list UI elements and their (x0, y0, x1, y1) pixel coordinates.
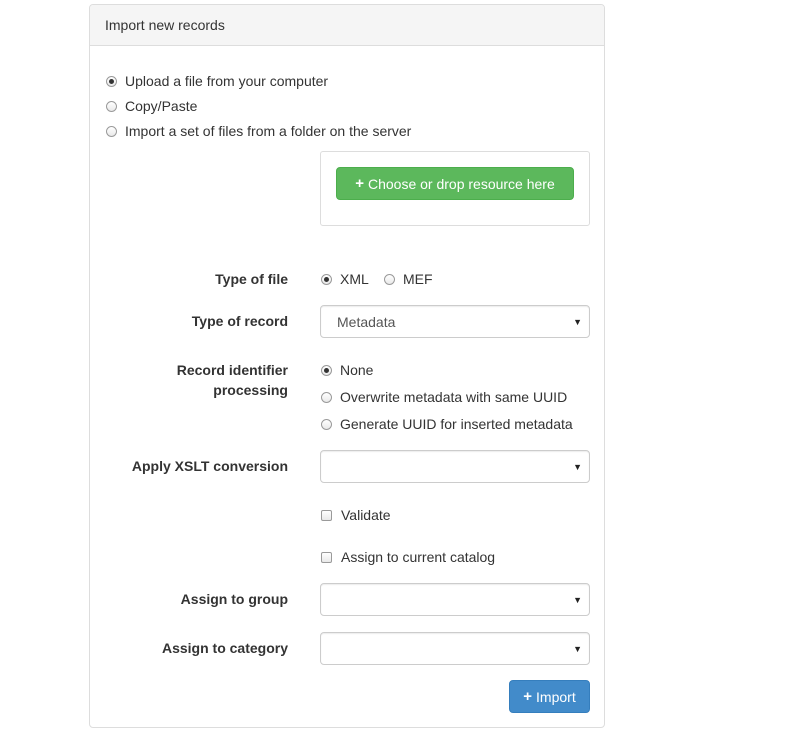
radio-icon[interactable] (321, 273, 332, 285)
import-button[interactable]: + Import (509, 680, 590, 713)
file-type-label: XML (340, 271, 369, 287)
record-identifier-label-line1: Record identifier (176, 362, 288, 378)
caret-down-icon: ▼ (573, 594, 582, 605)
assign-category-select[interactable]: ▼ (320, 632, 590, 665)
radio-icon[interactable] (321, 391, 332, 403)
file-type-mef[interactable]: MEF (384, 271, 433, 287)
radio-icon[interactable] (106, 100, 117, 112)
type-of-record-select[interactable]: Metadata ▼ (320, 305, 590, 338)
radio-icon[interactable] (106, 125, 117, 137)
uuid-option-label: None (340, 362, 374, 378)
plus-icon: + (523, 688, 533, 705)
plus-icon: + (355, 175, 364, 192)
assign-group-select[interactable]: ▼ (320, 583, 590, 616)
xslt-label: Apply XSLT conversion (131, 458, 288, 474)
uuid-option-generate[interactable]: Generate UUID for inserted metadata (321, 416, 573, 432)
assign-catalog-checkbox-row[interactable]: Assign to current catalog (321, 549, 495, 565)
type-of-record-label: Type of record (191, 313, 288, 329)
record-identifier-label-line2: processing (213, 382, 288, 398)
choose-resource-button[interactable]: + Choose or drop resource here (336, 167, 574, 200)
file-type-label: MEF (403, 271, 433, 287)
uuid-option-none[interactable]: None (321, 362, 373, 378)
assign-group-label: Assign to group (180, 591, 288, 607)
caret-down-icon: ▼ (573, 316, 582, 327)
radio-icon[interactable] (106, 75, 117, 87)
source-option-server-folder[interactable]: Import a set of files from a folder on t… (106, 123, 411, 139)
choose-resource-label: Choose or drop resource here (367, 175, 555, 192)
source-option-copy-paste[interactable]: Copy/Paste (106, 98, 197, 114)
caret-down-icon: ▼ (573, 461, 582, 472)
source-option-label: Upload a file from your computer (125, 73, 329, 89)
assign-catalog-checkbox[interactable] (321, 551, 332, 563)
radio-icon[interactable] (321, 364, 332, 376)
source-option-upload[interactable]: Upload a file from your computer (106, 73, 328, 89)
import-button-label: Import (536, 688, 576, 705)
uuid-option-overwrite[interactable]: Overwrite metadata with same UUID (321, 389, 567, 405)
validate-checkbox-row[interactable]: Validate (321, 507, 391, 523)
uuid-option-label: Overwrite metadata with same UUID (340, 389, 568, 405)
source-option-label: Import a set of files from a folder on t… (125, 123, 412, 139)
file-type-xml[interactable]: XML (321, 271, 369, 287)
xslt-select[interactable]: ▼ (320, 450, 590, 483)
uuid-option-label: Generate UUID for inserted metadata (340, 416, 573, 432)
assign-category-label: Assign to category (161, 640, 288, 656)
assign-catalog-label: Assign to current catalog (341, 549, 496, 565)
validate-checkbox[interactable] (321, 509, 332, 521)
source-option-label: Copy/Paste (125, 98, 198, 114)
type-of-record-value: Metadata (337, 313, 396, 330)
type-of-file-label: Type of file (215, 271, 288, 287)
radio-icon[interactable] (321, 418, 332, 430)
caret-down-icon: ▼ (573, 643, 582, 654)
validate-label: Validate (341, 507, 391, 523)
radio-icon[interactable] (384, 273, 395, 285)
record-identifier-label: Record identifier processing (177, 360, 288, 400)
panel-title: Import new records (90, 5, 604, 46)
